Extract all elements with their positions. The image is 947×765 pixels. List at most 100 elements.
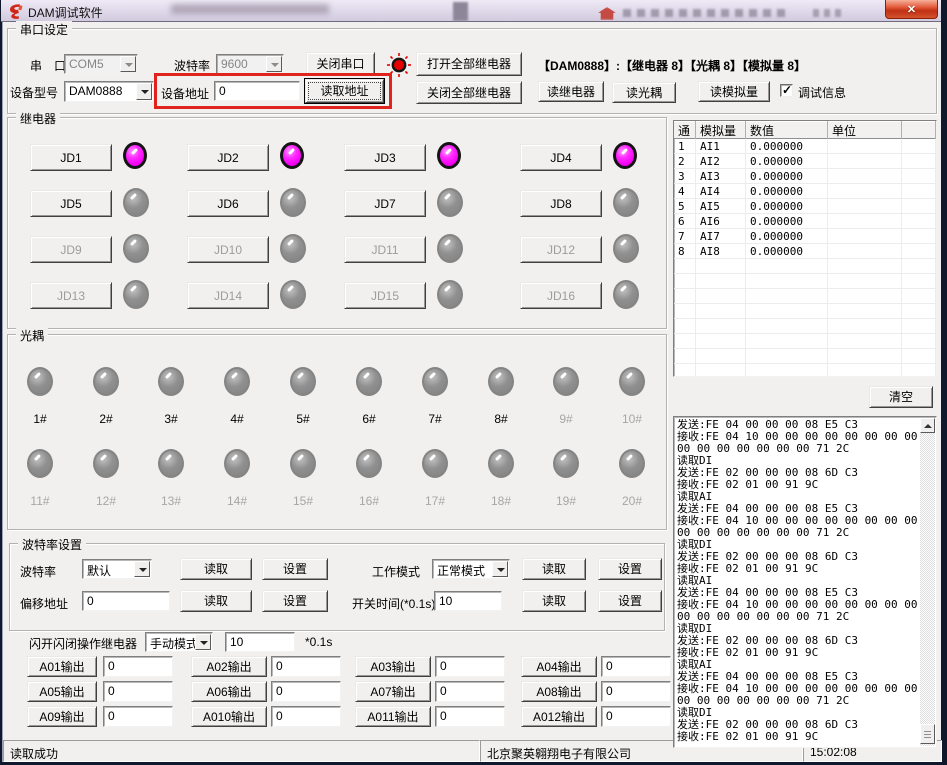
clear-log-button[interactable]: 清空: [869, 386, 933, 408]
offset-address-input[interactable]: 0: [82, 591, 170, 611]
table-row[interactable]: 8AI80.000000: [674, 244, 936, 259]
read-opto-button[interactable]: 读光耦: [612, 82, 676, 103]
relay-button-jd3[interactable]: JD3: [344, 144, 426, 171]
analog-table-header-cell[interactable]: 单位: [828, 121, 902, 139]
ao-button-a08输出[interactable]: A08输出: [521, 681, 597, 702]
flash-mode-combo[interactable]: 手动模式: [145, 632, 213, 652]
work-mode-combo[interactable]: 正常模式: [432, 559, 510, 579]
ao-button-a011输出[interactable]: A011输出: [355, 706, 431, 727]
relay-button-jd12[interactable]: JD12: [520, 236, 602, 263]
relay-button-jd4[interactable]: JD4: [520, 144, 602, 171]
ao-button-a04输出[interactable]: A04输出: [521, 656, 597, 677]
ao-value-input[interactable]: 0: [271, 656, 341, 677]
read-address-button[interactable]: 读取地址: [305, 79, 384, 103]
chevron-down-icon[interactable]: [266, 56, 282, 72]
analog-table-cell: [902, 259, 936, 274]
opto-led-off: [488, 449, 514, 478]
ao-button-a012输出[interactable]: A012输出: [521, 706, 597, 727]
work-mode-read-button[interactable]: 读取: [522, 558, 586, 580]
scroll-up-icon[interactable]: [920, 418, 935, 433]
ao-button-a06输出[interactable]: A06输出: [191, 681, 267, 702]
analog-table-header-cell[interactable]: 通: [674, 121, 696, 139]
table-row[interactable]: 7AI70.000000: [674, 229, 936, 244]
close-serial-button[interactable]: 关闭串口: [306, 52, 375, 76]
comm-log[interactable]: 发送:FE 04 00 00 00 08 E5 C3接收:FE 04 10 00…: [673, 416, 937, 748]
relay-button-jd7[interactable]: JD7: [344, 190, 426, 217]
relay-button-jd11[interactable]: JD11: [344, 236, 426, 263]
ao-value-input[interactable]: 0: [435, 706, 505, 727]
ao-value-input[interactable]: 0: [103, 656, 173, 677]
ao-value-input[interactable]: 0: [601, 681, 671, 702]
ao-value-input[interactable]: 0: [103, 681, 173, 702]
close-all-relays-button[interactable]: 关闭全部继电器: [416, 81, 522, 104]
baud-combo[interactable]: 9600: [216, 54, 284, 74]
work-mode-set-button[interactable]: 设置: [598, 558, 662, 580]
offset-read-button[interactable]: 读取: [180, 590, 252, 612]
ao-button-a010输出[interactable]: A010输出: [191, 706, 267, 727]
baud-setting-combo[interactable]: 默认: [82, 559, 152, 579]
baud-set-button[interactable]: 设置: [262, 558, 328, 580]
analog-table-cell: AI3: [696, 169, 746, 184]
relay-button-jd13[interactable]: JD13: [30, 282, 112, 309]
log-scrollbar[interactable]: [920, 418, 935, 746]
open-all-relays-button[interactable]: 打开全部继电器: [416, 52, 522, 76]
relay-button-jd2[interactable]: JD2: [187, 144, 269, 171]
analog-table-header-cell[interactable]: 数值: [746, 121, 828, 139]
ao-value-input[interactable]: 0: [271, 681, 341, 702]
ao-value-input[interactable]: 0: [435, 681, 505, 702]
table-row[interactable]: 6AI60.000000: [674, 214, 936, 229]
ao-value-input[interactable]: 0: [103, 706, 173, 727]
opto-led-off: [290, 449, 316, 478]
model-combo[interactable]: DAM0888: [64, 81, 154, 102]
ao-button-a05输出[interactable]: A05输出: [27, 681, 97, 702]
ao-value-input[interactable]: 0: [601, 706, 671, 727]
chevron-down-icon[interactable]: [120, 56, 136, 72]
ao-button-a07输出[interactable]: A07输出: [355, 681, 431, 702]
ao-value-input[interactable]: 0: [271, 706, 341, 727]
switch-time-label: 开关时间(*0.1s): [352, 595, 435, 612]
relay-button-jd9[interactable]: JD9: [30, 236, 112, 263]
relay-button-jd5[interactable]: JD5: [30, 190, 112, 217]
chevron-down-icon[interactable]: [492, 561, 508, 577]
table-row[interactable]: 4AI40.000000: [674, 184, 936, 199]
relay-button-jd6[interactable]: JD6: [187, 190, 269, 217]
switch-time-set-button[interactable]: 设置: [598, 590, 662, 612]
table-row[interactable]: 1AI10.000000: [674, 139, 936, 154]
baud-read-button[interactable]: 读取: [180, 558, 252, 580]
ao-button-a09输出[interactable]: A09输出: [27, 706, 97, 727]
close-button[interactable]: [885, 0, 938, 19]
debug-info-checkbox[interactable]: [780, 84, 793, 97]
baud-setting-label: 波特率: [20, 563, 56, 580]
scrollbar-thumb[interactable]: [920, 724, 935, 744]
offset-set-button[interactable]: 设置: [262, 590, 328, 612]
ao-button-a01输出[interactable]: A01输出: [27, 656, 97, 677]
title-bar[interactable]: DAM调试软件: [1, 0, 941, 22]
switch-time-read-button[interactable]: 读取: [522, 590, 586, 612]
log-line: 00 00 00 00 00 00 00 71 2C: [677, 611, 920, 623]
relay-button-jd15[interactable]: JD15: [344, 282, 426, 309]
chevron-down-icon[interactable]: [134, 561, 150, 577]
ao-button-a03输出[interactable]: A03输出: [355, 656, 431, 677]
port-combo[interactable]: COM5: [64, 54, 138, 74]
read-relays-button[interactable]: 读继电器: [538, 81, 604, 102]
comm-log-lines: 发送:FE 04 00 00 00 08 E5 C3接收:FE 04 10 00…: [677, 419, 920, 747]
table-row[interactable]: 2AI20.000000: [674, 154, 936, 169]
chevron-down-icon[interactable]: [136, 83, 152, 100]
table-row[interactable]: 3AI30.000000: [674, 169, 936, 184]
flash-time-input[interactable]: 10: [225, 632, 295, 652]
relay-button-jd10[interactable]: JD10: [187, 236, 269, 263]
switch-time-input[interactable]: 10: [434, 591, 502, 611]
ao-value-input[interactable]: 0: [601, 656, 671, 677]
relay-button-jd8[interactable]: JD8: [520, 190, 602, 217]
relay-button-jd16[interactable]: JD16: [520, 282, 602, 309]
ao-value-input[interactable]: 0: [435, 656, 505, 677]
ao-button-a02输出[interactable]: A02输出: [191, 656, 267, 677]
relay-button-jd1[interactable]: JD1: [30, 144, 112, 171]
analog-table-header-cell[interactable]: 模拟量: [696, 121, 746, 139]
relay-button-jd14[interactable]: JD14: [187, 282, 269, 309]
address-input[interactable]: 0: [214, 81, 300, 101]
read-analog-button[interactable]: 读模拟量: [698, 81, 770, 102]
analog-table-header-cell[interactable]: [902, 121, 936, 139]
table-row[interactable]: 5AI50.000000: [674, 199, 936, 214]
chevron-down-icon[interactable]: [195, 634, 211, 650]
